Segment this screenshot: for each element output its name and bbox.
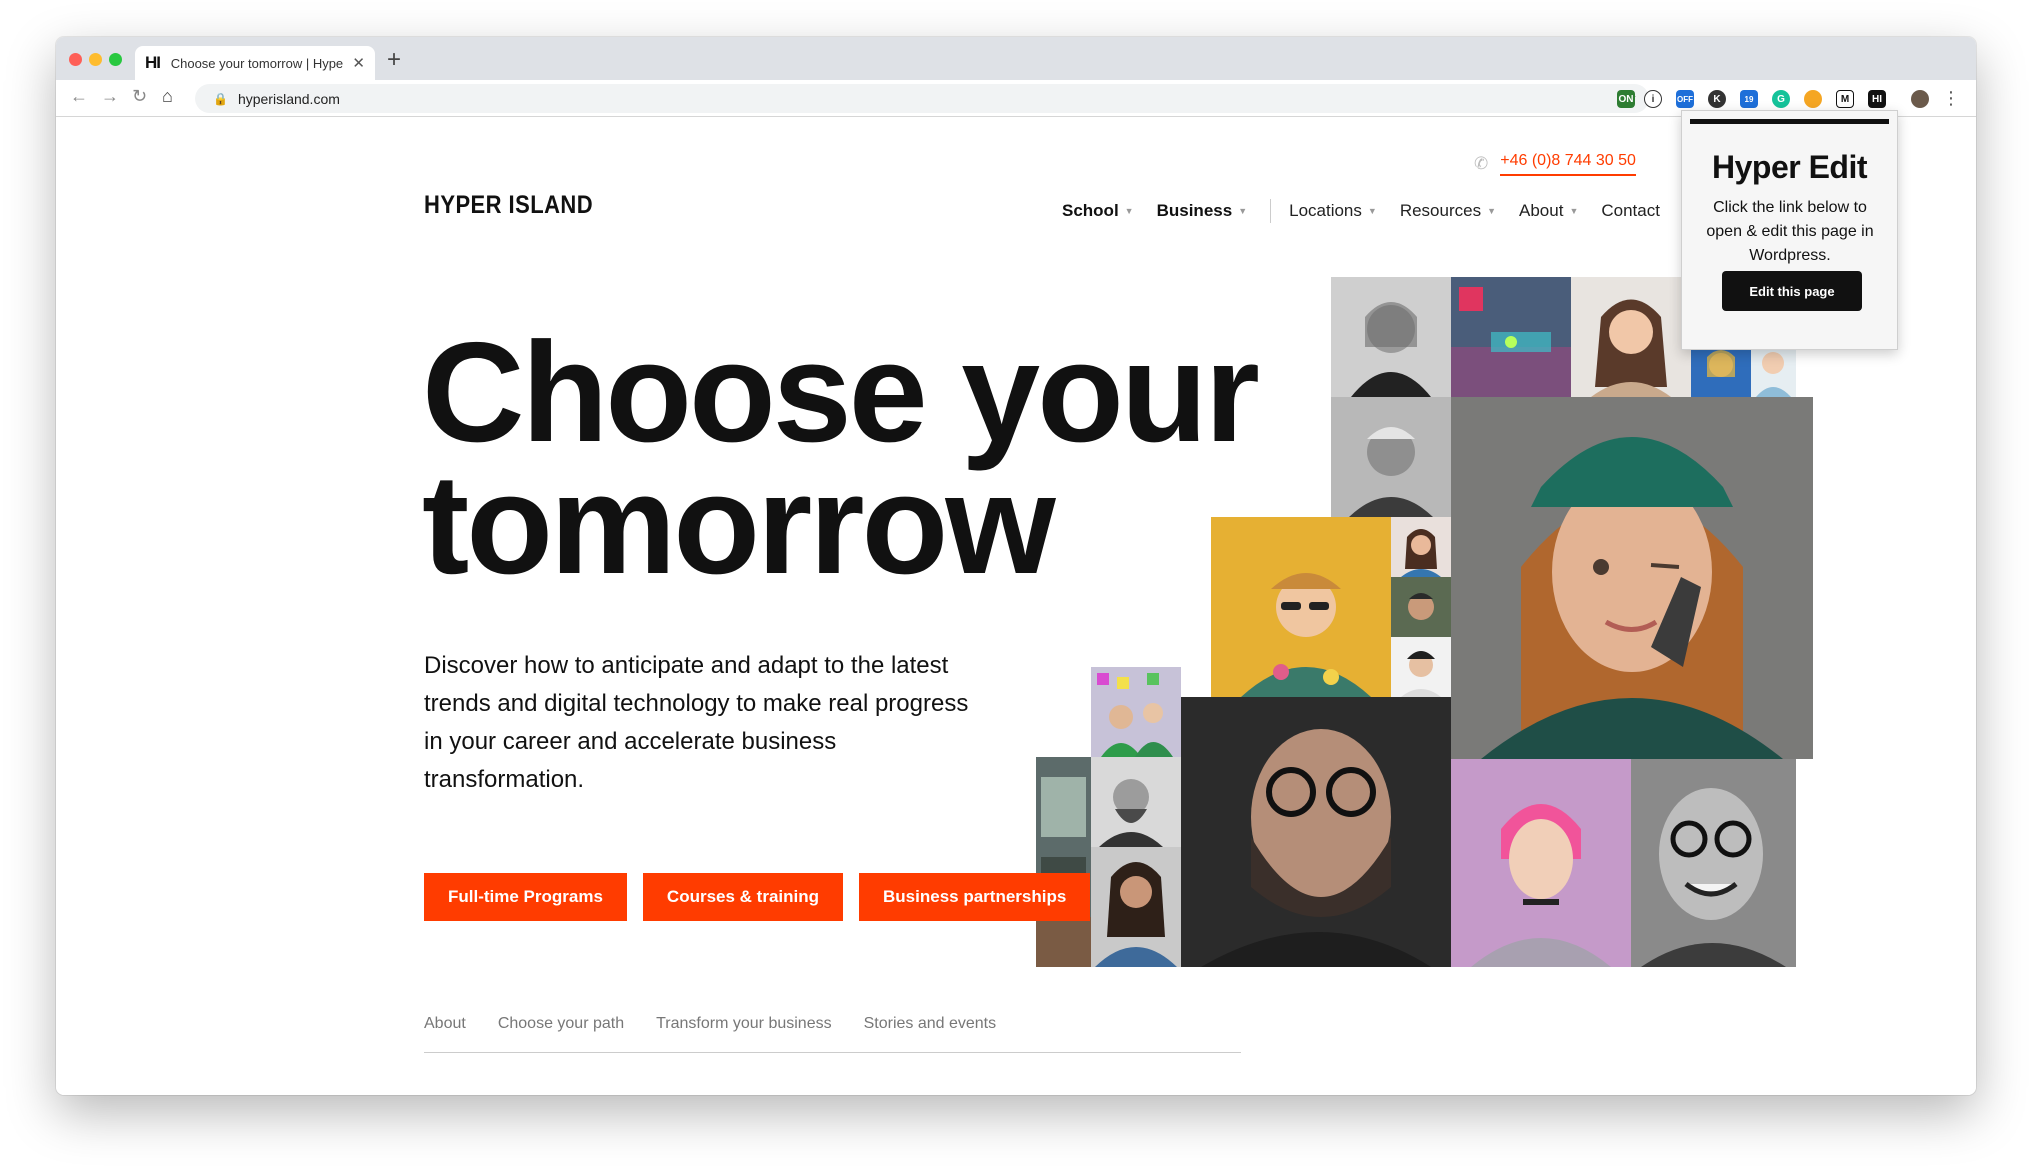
hyper-island-logo[interactable]: HYPER ISLAND (424, 191, 593, 220)
hyper-island-favicon-icon: HI (145, 53, 161, 72)
tab-strip: HI Choose your tomorrow | Hyper ✕ + (56, 37, 1976, 80)
lock-icon: 🔒 (213, 91, 228, 106)
hyper-edit-extension-icon[interactable]: HI (1868, 90, 1886, 108)
section-subnav: About Choose your path Transform your bu… (424, 1015, 1241, 1053)
browser-menu-icon[interactable]: ⋮ (1942, 88, 1960, 109)
nav-item-about[interactable]: About ▼ (1519, 201, 1578, 221)
back-arrow-icon[interactable]: ← (70, 86, 88, 107)
office-photo (1036, 757, 1091, 967)
minimize-window-button[interactable] (89, 53, 102, 66)
popup-body-text: Click the link below to open & edit this… (1706, 199, 1874, 264)
main-navigation: School ▼ Business ▼ Locations ▼ Resources ▼ … (1062, 199, 1683, 223)
tab-title: Choose your tomorrow | Hyper (170, 55, 345, 71)
nav-label: Contact (1601, 201, 1660, 220)
hyper-edit-popup: Hyper Edit Click the link below to open … (1681, 110, 1898, 350)
address-bar[interactable]: 🔒 hyperisland.com ☆ (195, 84, 1649, 113)
nav-label: School (1062, 201, 1119, 220)
new-tab-icon[interactable]: + (387, 46, 401, 74)
maximize-window-button[interactable] (109, 53, 122, 66)
chevron-down-icon: ▼ (1238, 206, 1248, 216)
extension-on-icon[interactable]: ON (1617, 90, 1635, 108)
extension-off-icon[interactable]: OFF (1676, 90, 1694, 108)
nav-item-school[interactable]: School ▼ (1062, 201, 1134, 221)
browser-window: HI Choose your tomorrow | Hyper ✕ + ← → … (56, 37, 1976, 1095)
popup-top-bar (1690, 119, 1889, 124)
nav-item-contact[interactable]: Contact (1601, 201, 1660, 221)
portrait-photo (1391, 577, 1451, 637)
nav-label: About (1519, 201, 1564, 220)
close-tab-icon[interactable]: ✕ (352, 54, 365, 72)
chevron-down-icon: ▼ (1124, 206, 1134, 216)
subnav-item-about[interactable]: About (424, 1015, 466, 1052)
phone-number-link[interactable]: +46 (0)8 744 30 50 (1500, 152, 1636, 176)
close-window-button[interactable] (69, 53, 82, 66)
phone-icon: ✆ (1474, 154, 1489, 173)
chevron-down-icon: ▼ (1487, 206, 1496, 216)
edit-this-page-button[interactable]: Edit this page (1722, 271, 1862, 311)
extension-calendar-icon[interactable]: 19 (1740, 90, 1758, 108)
portrait-photo (1391, 637, 1451, 697)
nav-item-business[interactable]: Business ▼ (1157, 201, 1248, 221)
people-photo-collage (1016, 277, 1813, 967)
nav-divider (1270, 199, 1272, 223)
home-icon[interactable]: ⌂ (162, 86, 173, 107)
portrait-photo (1091, 757, 1181, 847)
portrait-photo (1391, 517, 1451, 577)
full-time-programs-button[interactable]: Full-time Programs (424, 873, 627, 921)
portrait-photo (1181, 697, 1451, 967)
nav-item-locations[interactable]: Locations ▼ (1289, 201, 1377, 221)
phone-contact[interactable]: ✆ +46 (0)8 744 30 50 (1474, 152, 1636, 176)
portrait-photo (1631, 759, 1796, 967)
grammarly-icon[interactable]: G (1772, 90, 1790, 108)
forward-arrow-icon[interactable]: → (101, 86, 119, 107)
url-text[interactable]: hyperisland.com (238, 91, 340, 107)
portrait-photo (1451, 759, 1631, 967)
courses-training-button[interactable]: Courses & training (642, 873, 844, 921)
nav-item-resources[interactable]: Resources ▼ (1400, 201, 1496, 221)
profile-avatar[interactable] (1911, 90, 1929, 108)
browser-tab[interactable]: HI Choose your tomorrow | Hyper ✕ (135, 46, 375, 80)
chevron-down-icon: ▼ (1367, 206, 1377, 216)
workshop-photo (1451, 277, 1571, 397)
nav-label: Locations (1289, 201, 1362, 220)
extension-m-icon[interactable]: M (1836, 90, 1854, 108)
subnav-item-transform-business[interactable]: Transform your business (656, 1015, 831, 1052)
subnav-item-stories-events[interactable]: Stories and events (864, 1015, 997, 1052)
cta-buttons: Full-time Programs Courses & training Bu… (424, 873, 1106, 921)
extension-k-icon[interactable]: K (1708, 90, 1726, 108)
hero-description: Discover how to anticipate and adapt to … (424, 652, 969, 793)
subnav-item-choose-path[interactable]: Choose your path (498, 1015, 624, 1052)
chevron-down-icon: ▼ (1569, 206, 1579, 216)
featured-portrait-photo (1451, 397, 1813, 759)
reload-icon[interactable]: ↻ (132, 86, 147, 107)
portrait-photo (1331, 277, 1451, 397)
business-partnerships-button[interactable]: Business partnerships (859, 873, 1091, 921)
nav-label: Resources (1399, 201, 1482, 220)
extension-orange-icon[interactable]: ● (1804, 90, 1822, 108)
extension-info-icon[interactable]: i (1644, 90, 1662, 108)
hero-title-line-2: tomorrow (422, 445, 1056, 604)
portrait-photo (1571, 277, 1691, 397)
portrait-photo (1331, 397, 1451, 517)
popup-title: Hyper Edit (1711, 149, 1868, 185)
team-photo (1091, 667, 1181, 757)
nav-label: Business (1156, 201, 1233, 220)
portrait-photo (1211, 517, 1391, 697)
